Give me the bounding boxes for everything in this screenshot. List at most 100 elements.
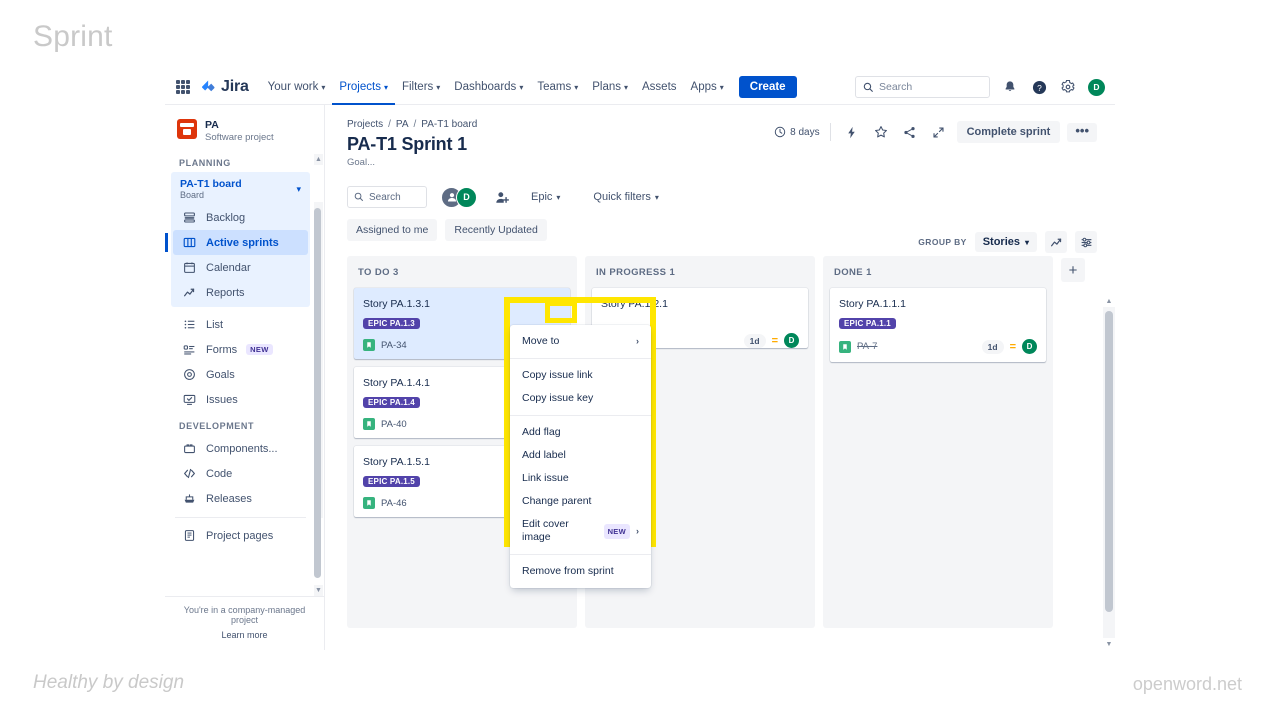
- sidebar-item-label: Goals: [206, 368, 235, 381]
- quick-filters-label: Quick filters: [593, 191, 651, 203]
- ctx-add-label[interactable]: Add label: [510, 444, 651, 467]
- column-header-todo: TO DO 3: [354, 264, 570, 288]
- sidebar-item-active-sprints[interactable]: Active sprints: [165, 230, 308, 255]
- complete-sprint-button[interactable]: Complete sprint: [956, 121, 1061, 143]
- breadcrumb-board[interactable]: PA-T1 board: [421, 119, 477, 130]
- issue-key[interactable]: PA-40: [381, 419, 407, 430]
- quick-filters-dropdown[interactable]: Quick filters ▾: [587, 187, 664, 207]
- nav-plans[interactable]: Plans ▾: [585, 70, 635, 105]
- sidebar-item-components[interactable]: Components...: [173, 436, 308, 461]
- automation-lightning-icon[interactable]: [841, 121, 863, 143]
- sidebar-scrollbar-track[interactable]: [314, 202, 323, 578]
- sprint-more-actions-button[interactable]: •••: [1067, 122, 1097, 142]
- board-scrollbar[interactable]: ▲ ▼: [1103, 295, 1115, 650]
- components-icon: [182, 441, 197, 456]
- settings-gear-icon[interactable]: [1059, 78, 1077, 96]
- epic-badge[interactable]: EPIC PA.1.1: [839, 318, 896, 329]
- star-favorite-icon[interactable]: [870, 121, 892, 143]
- share-icon[interactable]: [899, 121, 921, 143]
- assignee-avatar[interactable]: D: [1022, 339, 1037, 354]
- board-search-input[interactable]: Search: [347, 186, 427, 208]
- slide-footer-left: Healthy by design: [33, 672, 185, 693]
- sidebar-scrollbar-thumb[interactable]: [314, 208, 321, 578]
- sidebar-learn-more-link[interactable]: Learn more: [171, 630, 318, 640]
- goals-target-icon: [182, 367, 197, 382]
- clock-icon: [774, 126, 786, 138]
- create-button[interactable]: Create: [738, 76, 797, 98]
- ctx-change-parent[interactable]: Change parent: [510, 490, 651, 513]
- nav-assets[interactable]: Assets: [635, 70, 684, 105]
- chevron-down-icon: ▾: [624, 82, 629, 92]
- board-column-done: DONE 1 Story PA.1.1.1 EPIC PA.1.1 PA-7 1…: [823, 256, 1053, 628]
- help-question-icon[interactable]: ?: [1030, 78, 1048, 96]
- board-scroll-up-arrow[interactable]: ▲: [1103, 295, 1115, 307]
- fullscreen-expand-icon[interactable]: [928, 121, 950, 143]
- insights-chart-button[interactable]: [1045, 231, 1067, 253]
- add-person-icon[interactable]: [493, 188, 512, 207]
- sidebar-item-issues[interactable]: Issues: [173, 387, 308, 412]
- issue-key[interactable]: PA-46: [381, 498, 407, 509]
- issue-key[interactable]: PA-7: [857, 341, 877, 352]
- story-type-icon: [363, 339, 375, 351]
- sidebar-item-project-pages[interactable]: Project pages: [173, 523, 308, 548]
- sidebar-item-list[interactable]: List: [173, 312, 308, 337]
- epic-badge[interactable]: EPIC PA.1.5: [363, 476, 420, 487]
- group-by-dropdown[interactable]: Stories ▾: [974, 232, 1037, 252]
- nav-teams[interactable]: Teams ▾: [530, 70, 585, 105]
- chevron-down-icon[interactable]: ▾: [296, 184, 301, 195]
- breadcrumb-pa[interactable]: PA: [396, 119, 409, 130]
- sidebar-item-calendar[interactable]: Calendar: [173, 255, 308, 280]
- notifications-bell-icon[interactable]: [1001, 78, 1019, 96]
- ctx-link-issue[interactable]: Link issue: [510, 467, 651, 490]
- app-switcher-icon[interactable]: [175, 79, 191, 95]
- ctx-label: Remove from sprint: [522, 565, 614, 577]
- backlog-icon: [182, 210, 197, 225]
- issue-key[interactable]: PA-34: [381, 340, 407, 351]
- epic-badge[interactable]: EPIC PA.1.3: [363, 318, 420, 329]
- sidebar-item-code[interactable]: Code: [173, 461, 308, 486]
- column-header-inprogress: IN PROGRESS 1: [592, 264, 808, 288]
- ctx-copy-issue-key[interactable]: Copy issue key: [510, 387, 651, 410]
- sidebar-item-releases[interactable]: Releases: [173, 486, 308, 511]
- chip-recently-updated[interactable]: Recently Updated: [445, 219, 547, 241]
- chip-assigned-to-me[interactable]: Assigned to me: [347, 219, 438, 241]
- nav-filters[interactable]: Filters ▾: [395, 70, 447, 105]
- sidebar-item-forms[interactable]: Forms NEW: [173, 337, 308, 362]
- story-type-icon: [363, 418, 375, 430]
- nav-label: Assets: [642, 80, 677, 93]
- ctx-add-flag[interactable]: Add flag: [510, 421, 651, 444]
- breadcrumb-projects[interactable]: Projects: [347, 119, 383, 130]
- sidebar-item-goals[interactable]: Goals: [173, 362, 308, 387]
- assignee-avatar[interactable]: D: [784, 333, 799, 348]
- add-column-button[interactable]: +: [1061, 258, 1085, 282]
- sidebar-item-reports[interactable]: Reports: [173, 280, 308, 305]
- sidebar-scroll-down-arrow[interactable]: ▼: [314, 585, 323, 596]
- jira-logo[interactable]: Jira: [200, 78, 249, 96]
- nav-label: Filters: [401, 80, 434, 93]
- epic-badge[interactable]: EPIC PA.1.4: [363, 397, 420, 408]
- ctx-edit-cover-image[interactable]: Edit cover image NEW ›: [510, 513, 651, 549]
- nav-apps[interactable]: Apps ▾: [684, 70, 731, 105]
- sprint-goal[interactable]: Goal...: [347, 157, 1115, 168]
- user-avatar[interactable]: D: [1088, 78, 1105, 96]
- card-pa-7[interactable]: Story PA.1.1.1 EPIC PA.1.1 PA-7 1d = D: [830, 288, 1046, 362]
- nav-projects[interactable]: Projects ▾: [332, 70, 395, 105]
- ctx-copy-issue-link[interactable]: Copy issue link: [510, 364, 651, 387]
- project-header[interactable]: PA Software project: [165, 105, 324, 154]
- ctx-label: Add flag: [522, 426, 561, 438]
- board-scroll-down-arrow[interactable]: ▼: [1103, 638, 1115, 650]
- nav-dashboards[interactable]: Dashboards ▾: [447, 70, 530, 105]
- card-more-actions-button[interactable]: •••: [540, 294, 564, 310]
- ctx-remove-from-sprint[interactable]: Remove from sprint: [510, 560, 651, 583]
- sidebar-board-header[interactable]: PA-T1 board Board ▾: [171, 172, 310, 205]
- epic-filter-dropdown[interactable]: Epic ▾: [525, 187, 566, 207]
- board-scrollbar-thumb[interactable]: [1105, 311, 1113, 612]
- board-settings-sliders-button[interactable]: [1075, 231, 1097, 253]
- ctx-move-to[interactable]: Move to ›: [510, 330, 651, 353]
- sidebar-item-backlog[interactable]: Backlog: [173, 205, 308, 230]
- global-search-input[interactable]: Search: [855, 76, 990, 98]
- column-name: TO DO: [358, 267, 390, 278]
- sidebar-scroll-up-arrow[interactable]: ▲: [314, 154, 323, 165]
- user-avatar-d[interactable]: D: [456, 186, 477, 208]
- nav-your-work[interactable]: Your work ▾: [261, 70, 333, 105]
